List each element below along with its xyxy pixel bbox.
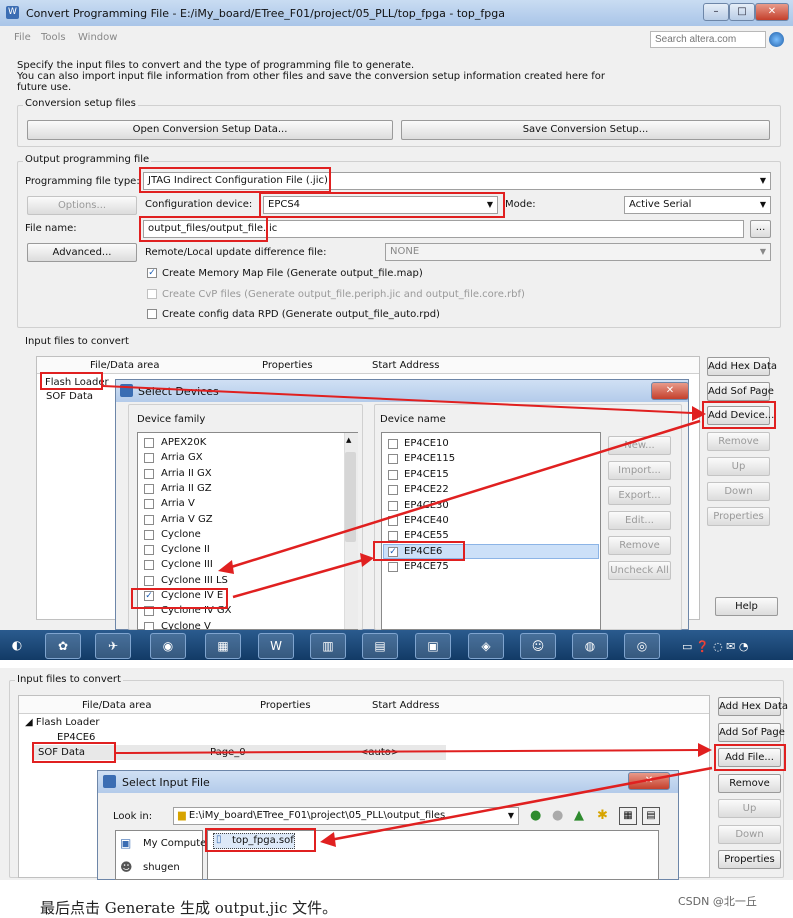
- arrow-head: [698, 743, 712, 757]
- convert-programming-file-window: W Convert Programming File - E:/iMy_boar…: [0, 0, 793, 660]
- arrow-head: [320, 832, 336, 847]
- caption: 最后点击 Generate 生成 output.jic 文件。: [40, 899, 338, 917]
- annotation-arrows: [102, 385, 706, 599]
- watermark: CSDN @北一丘: [678, 895, 757, 908]
- arrow-head: [218, 560, 234, 574]
- arrow-head: [692, 406, 706, 421]
- arrow-head: [360, 553, 374, 567]
- input-files-panel-screenshot: Input files to convert File/Data area Pr…: [0, 668, 793, 880]
- annotation-arrows-2: [115, 743, 713, 847]
